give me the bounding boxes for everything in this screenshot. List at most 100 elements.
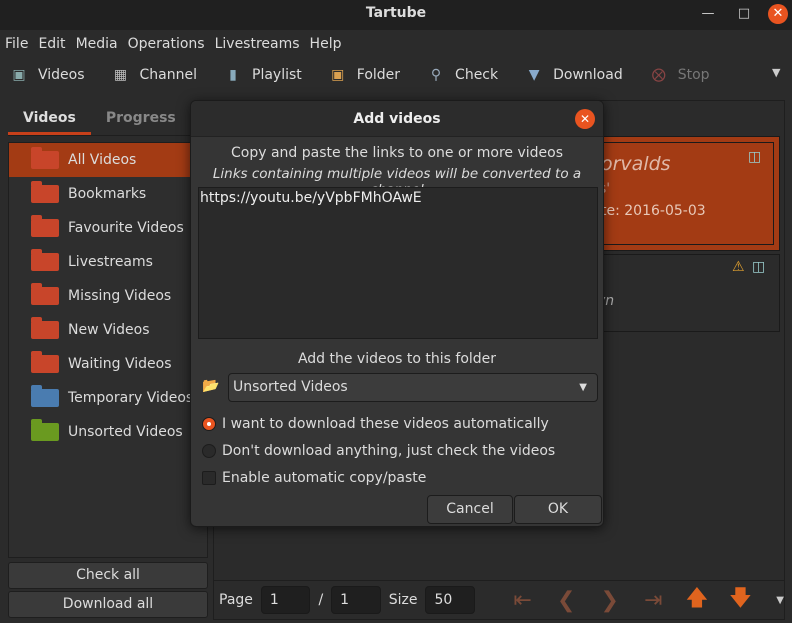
size-input[interactable]: 50 <box>425 586 475 614</box>
toolbar-check-button[interactable]: ⚲ Check <box>427 67 498 83</box>
label: Stop <box>677 67 710 83</box>
folder-label: New Videos <box>68 322 150 338</box>
folder-icon <box>31 147 59 169</box>
video-icon: ▣ <box>12 67 26 83</box>
label: Channel <box>139 67 198 83</box>
stop-icon: ⨂ <box>651 67 666 83</box>
window-title: Tartube <box>365 5 427 21</box>
folder-icon <box>31 317 59 339</box>
toolbar-channel-button[interactable]: ▦ Channel <box>112 67 197 83</box>
channel-icon: ◫ <box>752 259 766 275</box>
instruction-text: Copy and paste the links to one or more … <box>230 145 564 161</box>
pagination-overflow-icon[interactable]: ▼ <box>776 595 784 606</box>
folder-item[interactable]: Bookmarks <box>9 177 207 211</box>
folder-item[interactable]: Favourite Videos <box>9 211 207 245</box>
toolbar-folder-button[interactable]: ▣ Folder <box>329 67 400 83</box>
playlist-icon: ▮ <box>229 67 237 83</box>
folder-icon <box>31 419 59 441</box>
folder-item[interactable]: New Videos <box>9 313 207 347</box>
close-window-button[interactable]: ✕ <box>768 4 788 24</box>
dialog-title: Add videos <box>353 111 441 127</box>
check-icon: ⚲ <box>430 67 442 83</box>
title-bar: Tartube <box>0 0 792 30</box>
minimize-button[interactable]: — <box>698 4 718 24</box>
links-textarea[interactable]: https://youtu.be/yVpbFMhOAwE <box>198 187 598 339</box>
menu-file[interactable]: File <box>5 30 38 58</box>
pagination-bar: Page 1 / 1 Size 50 ⇤ ❮ ❯ ⇥ 🡅 🡇 ▼ <box>213 580 785 620</box>
scroll-up-icon[interactable]: 🡅 <box>679 581 715 619</box>
folder-icon <box>31 215 59 237</box>
scroll-down-icon[interactable]: 🡇 <box>723 581 759 619</box>
folder-value: Unsorted Videos <box>233 379 348 395</box>
folder-label: Favourite Videos <box>68 220 184 236</box>
ok-button[interactable]: OK <box>514 495 602 524</box>
previous-page-icon[interactable]: ❮ <box>548 588 584 613</box>
option-check[interactable]: Don't download anything, just check the … <box>202 443 555 459</box>
auto-paste-checkbox[interactable] <box>202 471 216 485</box>
channel-icon: ▦ <box>113 67 128 83</box>
folder-label: Unsorted Videos <box>68 424 183 440</box>
page-count: 1 <box>331 586 381 614</box>
menu-bar: File Edit Media Operations Livestreams H… <box>0 30 792 58</box>
folder-item[interactable]: Temporary Videos <box>9 381 207 415</box>
label: Download <box>553 67 623 83</box>
channel-date: te: 2016-05-03 <box>601 203 706 219</box>
label: I want to download these videos automati… <box>222 416 549 432</box>
folder-icon <box>31 181 59 203</box>
tab-progress[interactable]: Progress <box>91 100 191 135</box>
label: Playlist <box>252 67 302 83</box>
first-page-icon[interactable]: ⇤ <box>505 588 541 613</box>
page-input[interactable]: 1 <box>260 586 311 614</box>
label: Folder <box>356 67 401 83</box>
maximize-button[interactable]: □ <box>734 4 754 24</box>
folder-item[interactable]: Missing Videos <box>9 279 207 313</box>
page-separator: / <box>318 592 324 608</box>
warning-icon: ⚠ <box>732 259 745 275</box>
folder-label: Missing Videos <box>68 288 172 304</box>
folder-item[interactable]: Livestreams <box>9 245 207 279</box>
page-label: Page <box>219 592 253 608</box>
tab-videos[interactable]: Videos <box>8 100 91 135</box>
folder-icon: 📂 <box>202 378 220 394</box>
auto-paste-option[interactable]: Enable automatic copy/paste <box>202 470 426 486</box>
menu-help[interactable]: Help <box>310 30 352 58</box>
toolbar-download-button[interactable]: ▼ Download <box>525 67 623 83</box>
menu-operations[interactable]: Operations <box>128 30 215 58</box>
folder-label: Waiting Videos <box>68 356 172 372</box>
menu-livestreams[interactable]: Livestreams <box>215 30 310 58</box>
folder-icon: ▣ <box>331 67 345 83</box>
folder-item[interactable]: Waiting Videos <box>9 347 207 381</box>
radio-download[interactable] <box>202 417 216 431</box>
left-pane: Videos Progress All Videos Bookmarks Favou… <box>8 100 208 620</box>
check-all-button[interactable]: Check all <box>8 562 208 589</box>
toolbar-videos-button[interactable]: ▣ Videos <box>10 67 85 83</box>
folder-label: Livestreams <box>68 254 153 270</box>
folder-label: All Videos <box>68 152 137 168</box>
cancel-button[interactable]: Cancel <box>427 495 513 524</box>
channel-icon: ◫ <box>748 149 762 165</box>
download-all-button[interactable]: Download all <box>8 591 208 618</box>
folder-icon <box>31 283 59 305</box>
toolbar-playlist-button[interactable]: ▮ Playlist <box>224 67 302 83</box>
dialog-close-button[interactable]: ✕ <box>575 109 595 129</box>
size-label: Size <box>388 592 418 608</box>
label: Don't download anything, just check the … <box>222 443 556 459</box>
last-page-icon[interactable]: ⇥ <box>636 588 672 613</box>
menu-edit[interactable]: Edit <box>38 30 75 58</box>
option-download[interactable]: I want to download these videos automati… <box>202 416 549 432</box>
folder-icon <box>31 351 59 373</box>
folder-dropdown[interactable]: Unsorted Videos ▼ <box>228 373 598 402</box>
toolbar-overflow-icon[interactable]: ▼ <box>772 66 780 79</box>
toolbar-stop-button[interactable]: ⨂ Stop <box>650 67 710 83</box>
folder-item[interactable]: Unsorted Videos <box>9 415 207 449</box>
radio-check[interactable] <box>202 444 216 458</box>
add-videos-dialog: Add videos ✕ Copy and paste the links to… <box>190 100 604 527</box>
label: Check <box>455 67 499 83</box>
label: Videos <box>38 67 85 83</box>
toolbar: ▣ Videos ▦ Channel ▮ Playlist ▣ Folder ⚲ Chec… <box>0 58 792 92</box>
download-icon: ▼ <box>528 67 540 83</box>
channel-title: orvalds <box>601 153 671 175</box>
next-page-icon[interactable]: ❯ <box>592 588 628 613</box>
folder-item[interactable]: All Videos <box>9 143 207 177</box>
menu-media[interactable]: Media <box>76 30 128 58</box>
